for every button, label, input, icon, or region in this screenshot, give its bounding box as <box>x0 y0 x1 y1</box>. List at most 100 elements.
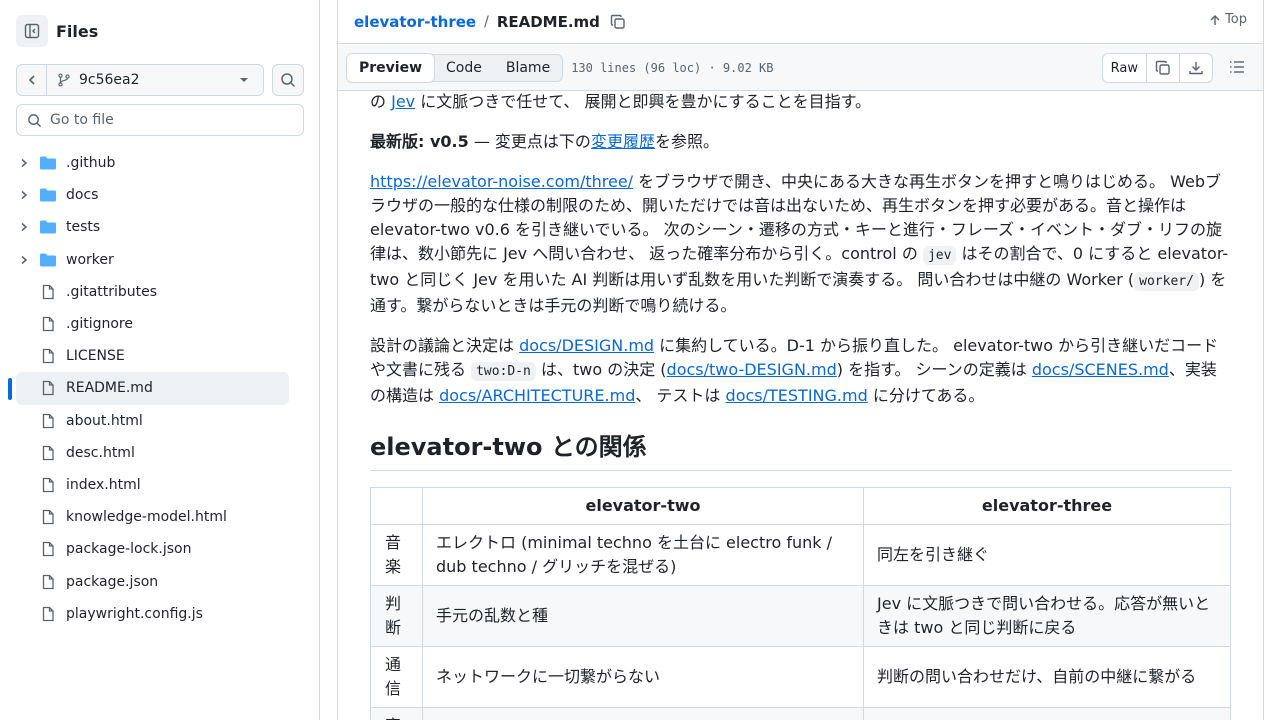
search-button[interactable] <box>272 64 304 96</box>
tree-file-item[interactable]: LICENSE <box>16 340 289 372</box>
item-icon <box>38 541 58 557</box>
sidebar-title: Files <box>56 21 99 41</box>
copy-raw-button[interactable] <box>1147 54 1180 82</box>
copy-path-button[interactable] <box>610 14 626 30</box>
tree-file-item[interactable]: desc.html <box>16 437 289 469</box>
arrow-up-icon <box>1210 14 1220 25</box>
paragraph-usage: https://elevator-noise.com/three/ をブラウザで… <box>370 170 1232 318</box>
branch-selector[interactable]: 9c56ea2 <box>16 64 264 96</box>
tab-blame[interactable]: Blame <box>494 54 562 82</box>
changelog-link[interactable]: 変更履歴 <box>591 132 655 151</box>
table-cell: エレクトロ (minimal techno を土台に electro funk … <box>422 524 864 586</box>
tree-file-item[interactable]: knowledge-model.html <box>16 501 289 533</box>
tree-folder-item[interactable]: .github <box>16 147 289 179</box>
item-icon <box>38 574 58 590</box>
site-link[interactable]: https://elevator-noise.com/three/ <box>370 172 633 191</box>
folder-icon <box>40 253 56 267</box>
folder-icon <box>40 220 56 234</box>
tree-item-label: .gitignore <box>66 316 133 333</box>
tab-preview[interactable]: Preview <box>346 52 436 83</box>
collapse-sidebar-button[interactable] <box>16 15 48 47</box>
tree-item-label: package.json <box>66 573 159 590</box>
expand-toggle[interactable] <box>16 190 32 200</box>
scenes-doc-link[interactable]: docs/SCENES.md <box>1032 360 1169 379</box>
file-toolbar: Preview Code Blame 130 lines (96 loc) · … <box>338 45 1263 91</box>
sidebar-header: Files <box>16 15 98 47</box>
table-header-cell: elevator-three <box>863 487 1231 525</box>
go-to-file-placeholder: Go to file <box>50 112 114 128</box>
tree-item-label: .gitattributes <box>66 283 158 300</box>
item-icon <box>38 348 58 364</box>
breadcrumb: elevator-three / README.md Top <box>338 0 1263 44</box>
tree-folder-item[interactable]: worker <box>16 244 289 276</box>
paragraph-design: 設計の議論と決定は docs/DESIGN.md に集約している。D-1 から振… <box>370 334 1232 408</box>
tree-item-label: LICENSE <box>66 348 125 365</box>
file-icon <box>42 477 54 493</box>
tree-file-item[interactable]: about.html <box>16 405 289 437</box>
expand-toggle[interactable] <box>16 158 32 168</box>
table-cell: 音楽 <box>370 524 423 586</box>
file-actions: Raw <box>1101 53 1213 83</box>
table-cell <box>422 707 864 720</box>
search-icon <box>28 113 42 127</box>
top-link[interactable]: Top <box>1209 12 1247 27</box>
outline-button[interactable] <box>1229 59 1245 79</box>
chevron-right-icon <box>21 159 28 168</box>
tree-file-item[interactable]: index.html <box>16 469 289 501</box>
text: に文脈つきで任せて、 展開と即興を豊かにすることを目指す。 <box>415 92 872 111</box>
table-cell: Jev に文脈つきで問い合わせる。応答が無いときは two と同じ判断に戻る <box>863 585 1231 647</box>
back-button[interactable] <box>17 65 47 95</box>
tree-file-item[interactable]: package.json <box>16 565 289 597</box>
file-icon <box>42 606 54 621</box>
folder-icon <box>40 156 56 170</box>
file-meta: 130 lines (96 loc) · 9.02 KB <box>571 60 774 75</box>
tree-item-label: docs <box>66 187 99 204</box>
item-icon <box>38 606 58 622</box>
expand-toggle[interactable] <box>16 222 32 232</box>
architecture-doc-link[interactable]: docs/ARCHITECTURE.md <box>439 386 635 405</box>
tree-file-item[interactable]: .gitattributes <box>16 276 289 308</box>
tree-item-label: index.html <box>66 476 141 493</box>
branch-name: 9c56ea2 <box>79 72 140 88</box>
section-heading: elevator-two との関係 <box>370 432 1232 471</box>
tab-code[interactable]: Code <box>434 54 494 82</box>
tree-file-item[interactable]: README.md <box>8 372 289 405</box>
text: ) を指す。 シーンの定義は <box>836 360 1032 379</box>
file-icon <box>42 574 54 589</box>
chevron-left-icon <box>28 75 35 85</box>
two-design-doc-link[interactable]: docs/two-DESIGN.md <box>667 360 837 379</box>
table-header-row: elevator-two elevator-three <box>370 487 1231 525</box>
tree-item-label: playwright.config.js <box>66 605 203 622</box>
breadcrumb-file: README.md <box>496 12 600 31</box>
item-icon <box>38 284 58 300</box>
tree-item-label: package-lock.json <box>66 541 192 558</box>
table-cell: 判断の問い合わせだけ、自前の中継に繋がる <box>863 646 1231 708</box>
table-cell: ネットワークに一切繋がらない <box>422 646 864 708</box>
file-icon <box>42 349 54 364</box>
latest-version: 最新版: v0.5 <box>370 132 469 151</box>
tree-folder-item[interactable]: docs <box>16 179 289 211</box>
tree-file-item[interactable]: .gitignore <box>16 308 289 340</box>
chevron-right-icon <box>21 223 28 232</box>
raw-button[interactable]: Raw <box>1103 54 1147 82</box>
view-mode-tabs: Preview Code Blame <box>346 52 564 83</box>
go-to-file-input[interactable]: Go to file <box>16 104 304 136</box>
expand-toggle[interactable] <box>16 255 32 265</box>
file-icon <box>42 284 54 299</box>
design-doc-link[interactable]: docs/DESIGN.md <box>519 336 654 355</box>
table-cell: 判断 <box>370 585 423 647</box>
testing-doc-link[interactable]: docs/TESTING.md <box>726 386 868 405</box>
list-icon <box>1230 61 1244 73</box>
text: 、 テストは <box>635 386 726 405</box>
file-icon <box>42 316 54 332</box>
table-row: 判断 手元の乱数と種 Jev に文脈つきで問い合わせる。応答が無いときは two と… <box>370 585 1231 647</box>
tree-item-label: about.html <box>66 412 143 429</box>
jev-link[interactable]: Jev <box>391 92 415 111</box>
chevron-right-icon <box>21 255 28 264</box>
tree-folder-item[interactable]: tests <box>16 211 289 243</box>
breadcrumb-repo-link[interactable]: elevator-three <box>354 13 476 31</box>
download-button[interactable] <box>1180 54 1212 82</box>
tree-file-item[interactable]: package-lock.json <box>16 533 289 565</box>
tree-file-item[interactable]: playwright.config.js <box>16 598 289 630</box>
tree-item-label: desc.html <box>66 444 135 461</box>
